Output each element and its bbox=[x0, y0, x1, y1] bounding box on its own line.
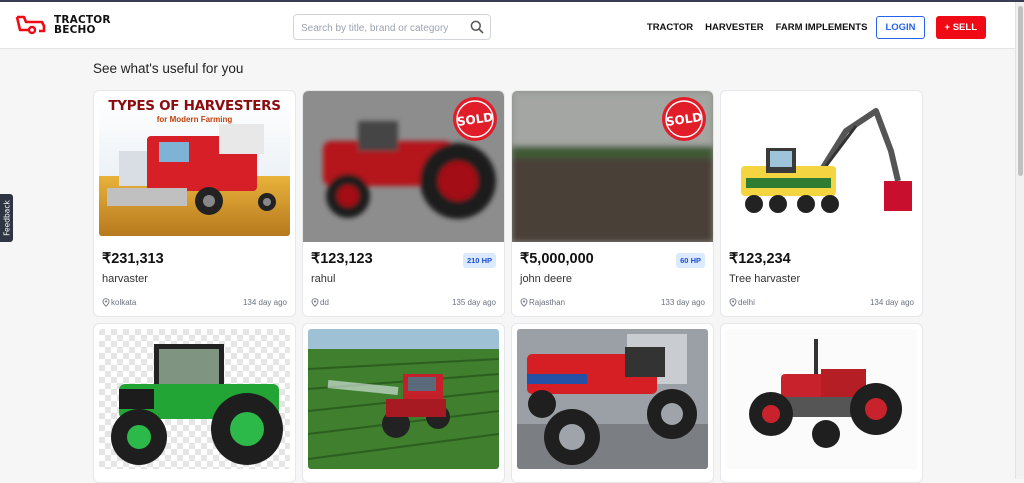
listing-image bbox=[517, 329, 708, 469]
listing-image bbox=[308, 329, 499, 469]
listing-price: ₹5,000,000 bbox=[520, 251, 594, 267]
location-text: delhi bbox=[738, 298, 755, 307]
listing-card[interactable]: ₹123,234 Tree harvaster delhi 134 day ag… bbox=[720, 90, 923, 317]
banner-title: TYPES OF HARVESTERS bbox=[108, 98, 281, 114]
hp-badge: 210 HP bbox=[462, 253, 496, 268]
page-scrollbar[interactable] bbox=[1015, 2, 1024, 479]
section-heading: See what's useful for you bbox=[93, 61, 244, 76]
location-pin-icon bbox=[729, 298, 737, 307]
listing-location: delhi bbox=[729, 298, 755, 307]
listing-card[interactable]: SOLD ₹5,000,000 60 HP john deere Rajasth… bbox=[511, 90, 714, 317]
login-button[interactable]: LOGIN bbox=[876, 16, 925, 39]
feedback-label: Feedback bbox=[2, 200, 12, 236]
listing-location: kolkata bbox=[102, 298, 136, 307]
site-header: TRACTOR BECHO TRACTOR HARVESTER FARM IMP… bbox=[0, 2, 1016, 49]
listing-location: dd bbox=[311, 298, 329, 307]
banner-text: TYPES OF HARVESTERS for Modern Farming bbox=[99, 98, 290, 124]
hp-badge: 60 HP bbox=[676, 253, 705, 268]
listing-card[interactable]: SOLD ₹123,123 210 HP rahul dd 135 day ag… bbox=[302, 90, 505, 317]
search-icon[interactable] bbox=[470, 20, 484, 34]
listing-image bbox=[726, 96, 917, 236]
listing-price: ₹123,234 bbox=[729, 251, 791, 267]
listing-image bbox=[726, 329, 917, 469]
listing-age: 134 day ago bbox=[869, 298, 914, 307]
sold-stamp-icon: SOLD bbox=[662, 97, 706, 141]
nav-farm-implements[interactable]: FARM IMPLEMENTS bbox=[776, 22, 868, 33]
listing-age: 135 day ago bbox=[451, 298, 496, 307]
search-box bbox=[293, 14, 491, 40]
listing-card[interactable]: TYPES OF HARVESTERS for Modern Farming ₹… bbox=[93, 90, 296, 317]
location-text: dd bbox=[320, 298, 329, 307]
listing-card[interactable] bbox=[511, 323, 714, 483]
logo-line-2: BECHO bbox=[54, 24, 96, 36]
location-pin-icon bbox=[102, 298, 110, 307]
logo-text: TRACTOR BECHO bbox=[54, 15, 111, 36]
sell-button[interactable]: + SELL bbox=[935, 16, 986, 39]
site-logo[interactable]: TRACTOR BECHO bbox=[14, 14, 111, 36]
location-pin-icon bbox=[520, 298, 528, 307]
location-pin-icon bbox=[311, 298, 319, 307]
listing-title: john deere bbox=[520, 273, 572, 285]
listing-price: ₹231,313 bbox=[102, 251, 164, 267]
listing-title: rahul bbox=[311, 273, 336, 285]
main-nav: TRACTOR HARVESTER FARM IMPLEMENTS LOGIN … bbox=[635, 16, 986, 39]
feedback-tab[interactable]: Feedback bbox=[0, 194, 13, 242]
listing-age: 133 day ago bbox=[660, 298, 705, 307]
listing-location: Rajasthan bbox=[520, 298, 565, 307]
listing-image bbox=[99, 329, 290, 469]
listing-title: harvaster bbox=[102, 273, 148, 285]
scrollbar-thumb[interactable] bbox=[1018, 6, 1023, 176]
listing-price: ₹123,123 bbox=[311, 251, 373, 267]
banner-subtitle: for Modern Farming bbox=[156, 115, 233, 124]
listing-age: 134 day ago bbox=[242, 298, 287, 307]
listing-card[interactable] bbox=[302, 323, 505, 483]
nav-tractor[interactable]: TRACTOR bbox=[647, 22, 693, 33]
listing-grid: TYPES OF HARVESTERS for Modern Farming ₹… bbox=[93, 90, 923, 483]
listing-title: Tree harvaster bbox=[729, 273, 801, 285]
search-input[interactable] bbox=[299, 16, 463, 40]
listing-card[interactable] bbox=[93, 323, 296, 483]
sold-stamp-icon: SOLD bbox=[453, 97, 497, 141]
location-text: Rajasthan bbox=[529, 298, 566, 307]
listing-card[interactable] bbox=[720, 323, 923, 483]
location-text: kolkata bbox=[111, 298, 137, 307]
nav-harvester[interactable]: HARVESTER bbox=[705, 22, 763, 33]
tractor-logo-icon bbox=[15, 15, 46, 35]
